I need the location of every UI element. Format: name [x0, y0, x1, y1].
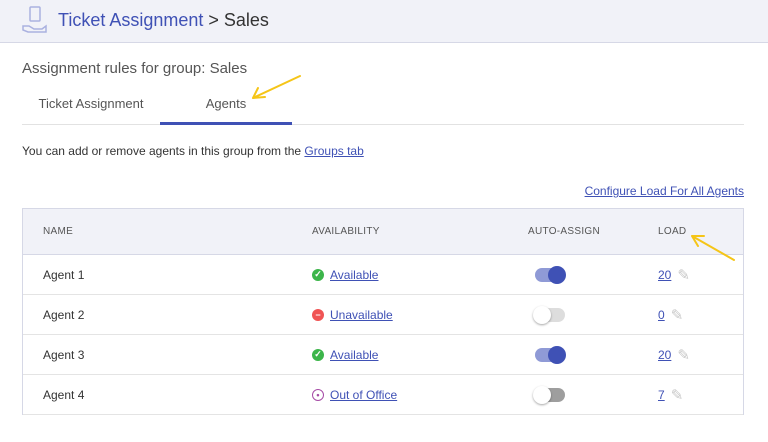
- column-header-name: NAME: [43, 226, 74, 237]
- annotation-arrow-icon: [252, 75, 301, 99]
- auto-assign-toggle[interactable]: [533, 306, 565, 324]
- ticket-hand-icon: [22, 6, 47, 33]
- tab-ticket-assignment[interactable]: Ticket Assignment: [22, 90, 160, 125]
- availability-cell: • Out of Office: [312, 375, 397, 414]
- load-cell: 20 ✎: [658, 335, 690, 374]
- breadcrumb-current: Sales: [223, 10, 269, 30]
- toggle-knob: [533, 306, 551, 324]
- pencil-icon[interactable]: ✎: [671, 306, 684, 324]
- table-header: NAME AVAILABILITY AUTO-ASSIGN LOAD: [23, 209, 743, 255]
- agent-name: Agent 4: [43, 387, 85, 402]
- pencil-icon[interactable]: ✎: [677, 346, 690, 364]
- load-link[interactable]: 0: [658, 308, 665, 322]
- availability-cell: ✓ Available: [312, 255, 378, 294]
- load-link[interactable]: 20: [658, 348, 671, 362]
- agent-name: Agent 2: [43, 307, 85, 322]
- load-link[interactable]: 7: [658, 388, 665, 402]
- breadcrumb-link[interactable]: Ticket Assignment: [58, 10, 203, 30]
- availability-link[interactable]: Out of Office: [330, 388, 397, 402]
- pencil-icon[interactable]: ✎: [671, 386, 684, 404]
- column-header-auto-assign: AUTO-ASSIGN: [528, 226, 601, 237]
- pencil-icon[interactable]: ✎: [677, 266, 690, 284]
- configure-load-link[interactable]: Configure Load For All Agents: [585, 184, 744, 198]
- annotation-arrow-icon: [691, 235, 735, 261]
- column-header-availability: AVAILABILITY: [312, 226, 380, 237]
- load-link[interactable]: 20: [658, 268, 671, 282]
- auto-assign-toggle[interactable]: [535, 346, 566, 364]
- auto-assign-toggle[interactable]: [533, 386, 565, 404]
- minus-circle-icon: −: [312, 308, 324, 321]
- table-row: Agent 4 • Out of Office 7 ✎: [23, 375, 743, 415]
- table-row: Agent 3 ✓ Available 20 ✎: [23, 335, 743, 375]
- groups-tab-link[interactable]: Groups tab: [304, 144, 363, 158]
- table-row: Agent 1 ✓ Available 20 ✎: [23, 255, 743, 295]
- availability-cell: − Unavailable: [312, 295, 393, 334]
- check-circle-icon: ✓: [312, 268, 324, 281]
- breadcrumb-separator: >: [203, 10, 224, 30]
- availability-link[interactable]: Unavailable: [330, 308, 393, 322]
- info-text: You can add or remove agents in this gro…: [22, 144, 364, 158]
- availability-cell: ✓ Available: [312, 335, 378, 374]
- page-subtitle: Assignment rules for group: Sales: [22, 60, 248, 77]
- toggle-knob: [548, 346, 566, 364]
- availability-link[interactable]: Available: [330, 268, 378, 282]
- breadcrumb: Ticket Assignment > Sales: [58, 10, 269, 31]
- load-cell: 0 ✎: [658, 295, 683, 334]
- out-of-office-icon: •: [312, 388, 324, 401]
- agent-name: Agent 1: [43, 267, 85, 282]
- table-row: Agent 2 − Unavailable 0 ✎: [23, 295, 743, 335]
- agents-table: NAME AVAILABILITY AUTO-ASSIGN LOAD Agent…: [22, 208, 744, 415]
- tab-bar: Ticket Assignment Agents: [22, 90, 744, 125]
- auto-assign-toggle[interactable]: [535, 266, 566, 284]
- agent-name: Agent 3: [43, 347, 85, 362]
- availability-link[interactable]: Available: [330, 348, 378, 362]
- load-cell: 7 ✎: [658, 375, 683, 414]
- toggle-knob: [533, 386, 551, 404]
- page-header: Ticket Assignment > Sales: [0, 0, 768, 43]
- check-circle-icon: ✓: [312, 348, 324, 361]
- column-header-load: LOAD: [658, 226, 687, 237]
- toggle-knob: [548, 266, 566, 284]
